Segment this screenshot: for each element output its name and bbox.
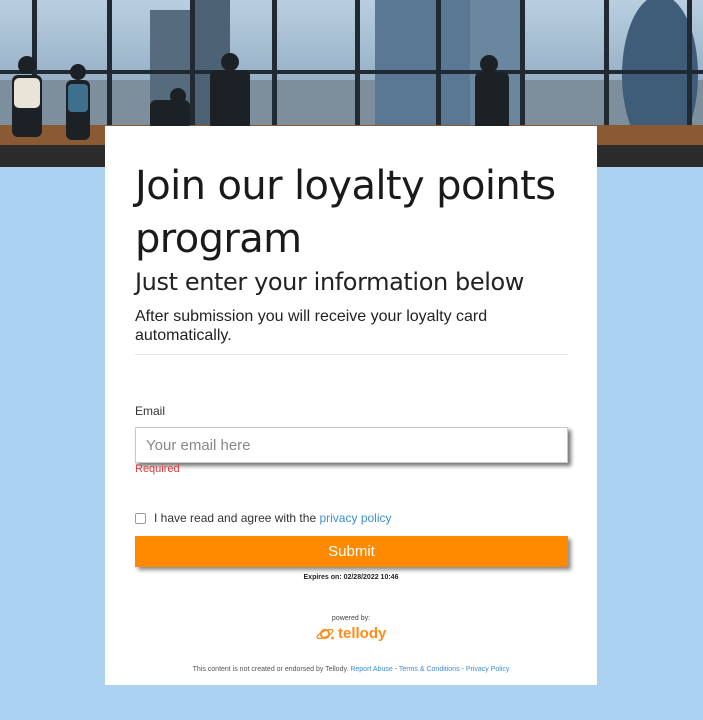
section-divider [135, 354, 568, 355]
tellody-planet-icon [316, 628, 334, 639]
email-field[interactable] [135, 427, 568, 463]
privacy-consent-row: I have read and agree with the privacy p… [135, 511, 392, 525]
report-abuse-link[interactable]: Report Abuse [350, 666, 392, 673]
footer: This content is not created or endorsed … [105, 666, 597, 673]
expiration-text: Expires on: 02/28/2022 10:46 [303, 574, 399, 581]
privacy-consent-checkbox[interactable] [135, 512, 146, 524]
page-title: Join our loyalty points program [135, 163, 556, 262]
terms-link[interactable]: Terms & Conditions [399, 666, 460, 673]
privacy-policy-footer-link[interactable]: Privacy Policy [466, 666, 510, 673]
email-label: Email [135, 404, 166, 418]
privacy-consent-text: I have read and agree with the [154, 511, 317, 525]
form-description: After submission you will receive your l… [135, 308, 488, 344]
footer-disclaimer: This content is not created or endorsed … [192, 666, 349, 673]
privacy-policy-link[interactable]: privacy policy [319, 511, 391, 525]
tellody-logo-text: tellody [338, 625, 387, 642]
email-required-message: Required [135, 463, 180, 475]
tellody-logo[interactable]: tellody [316, 625, 386, 642]
submit-button[interactable]: Submit [135, 536, 568, 567]
page-subtitle: Just enter your information below [135, 268, 524, 296]
signup-card: Join our loyalty points program Just ent… [105, 126, 597, 685]
powered-by-label: powered by: [331, 615, 371, 622]
